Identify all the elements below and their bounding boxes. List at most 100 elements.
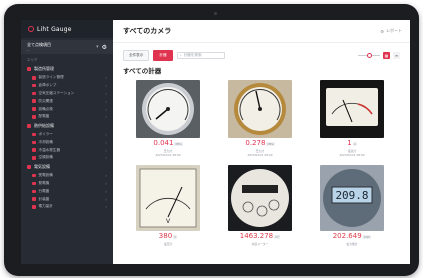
item-icon	[32, 115, 36, 119]
sidebar-item[interactable]: 電力量計 ›	[21, 203, 113, 211]
chevron-right-icon: ›	[105, 180, 107, 186]
digital-meter-image: 209.8	[320, 165, 384, 231]
chevron-right-icon: ›	[105, 106, 107, 112]
sidebar-item[interactable]: 発電機 ›	[21, 180, 113, 188]
item-icon	[32, 132, 36, 137]
sidebar-group-3: 電気設備 受電設備 › 発電機 › 分電盤 › 計装盤 › 電力量計 ›	[21, 162, 113, 211]
gauge-label: 電圧計	[163, 242, 173, 246]
brand[interactable]: Liht Gauge	[21, 20, 113, 38]
gauge-unit: A	[352, 142, 357, 146]
sidebar-group-head[interactable]: 製造所管理	[21, 64, 113, 74]
report-button[interactable]: ⚙ レポート	[380, 28, 402, 34]
gauge-timestamp: 2023/02/21 08:00	[247, 153, 273, 157]
gauge-label: 電力量計	[346, 242, 358, 246]
gauge-photo	[228, 80, 292, 138]
chevron-right-icon: ›	[105, 173, 107, 179]
sidebar-item[interactable]: 受電設備 ›	[21, 172, 113, 180]
gauge-unit: V	[173, 235, 178, 239]
chevron-right-icon: ›	[105, 204, 107, 210]
gauge-value: 0.041	[153, 139, 174, 147]
gauge-value: 202.649	[332, 232, 362, 240]
chevron-right-icon: ›	[105, 83, 107, 89]
chevron-right-icon: ›	[105, 196, 107, 202]
item-icon	[32, 156, 36, 160]
chevron-right-icon: ›	[105, 90, 107, 96]
ammeter-image	[320, 80, 384, 138]
gauge-unit: kWh	[362, 235, 372, 239]
folder-icon	[27, 164, 31, 169]
chevron-right-icon: ›	[105, 114, 107, 120]
tab-gauges[interactable]: 計器	[153, 49, 173, 61]
gauge-card[interactable]: 0.278 MPa 圧力計 2023/02/21 08:00	[219, 80, 301, 157]
chevron-right-icon: ›	[105, 132, 107, 138]
gauge-unit: m³	[274, 235, 281, 239]
gauge-card[interactable]: 1463.278 m³ 水道メーター	[219, 165, 301, 246]
chevron-right-icon: ›	[105, 139, 107, 145]
camera-dot	[214, 12, 217, 15]
item-icon	[32, 107, 36, 111]
gauge-value: 0.278	[245, 139, 266, 147]
gauge-unit: MPa	[266, 142, 275, 146]
gear-icon[interactable]: ⚙	[102, 44, 107, 51]
search-placeholder: 計器を検索	[183, 52, 202, 57]
gauge-timestamp: 2023/02/21 08:00	[339, 153, 365, 157]
sidebar-item[interactable]: 空調設備 ›	[21, 154, 113, 162]
item-icon	[32, 91, 36, 96]
workspace-selector[interactable]: 全て点検項目 --- ▾ ⚙	[21, 40, 113, 54]
workspace-subtitle: ---	[27, 48, 31, 52]
chevron-right-icon: ›	[105, 188, 107, 194]
sidebar-group-head[interactable]: 熱供給設備	[21, 121, 113, 131]
chevron-down-icon[interactable]: ▾	[96, 44, 99, 50]
gauge-card[interactable]: 209.8 202.649 kWh 電力量計	[311, 165, 393, 246]
sidebar-group-head[interactable]: 電気設備	[21, 162, 113, 172]
sidebar: Liht Gauge 全て点検項目 --- ▾ ⚙ エリア 製造所管理 製造ライ…	[21, 20, 113, 264]
sidebar-group-2: 熱供給設備 ボイラー › 冷却設備 › 冷温水発生器 › 空調設備 ›	[21, 121, 113, 162]
pressure-gauge-image	[136, 80, 200, 138]
zoom-knob[interactable]	[367, 52, 372, 58]
sidebar-item[interactable]: 冷温水発生器 ›	[21, 146, 113, 154]
gauge-value: 380	[158, 232, 173, 240]
sidebar-item[interactable]: 冷却設備 ›	[21, 138, 113, 146]
item-icon	[32, 181, 36, 186]
item-icon	[32, 148, 36, 152]
gauge-photo: 209.8	[320, 165, 384, 231]
sidebar-item[interactable]: 設備点検 ›	[21, 105, 113, 113]
sidebar-item[interactable]: 製造ライン管理 ›	[21, 74, 113, 82]
sidebar-item[interactable]: 空気圧縮ステーション ›	[21, 90, 113, 98]
item-icon	[32, 99, 36, 103]
gauge-card[interactable]: 1 A 電流計 2023/02/21 08:00	[311, 80, 393, 157]
sidebar-item[interactable]: 計装盤 ›	[21, 195, 113, 203]
sidebar-item[interactable]: 防災関連 ›	[21, 97, 113, 105]
sidebar-group-1: 製造所管理 製造ライン管理 › 倉庫ポンプ › 空気圧縮ステーション › 防災関連 › …	[21, 64, 113, 121]
gauge-card[interactable]: 0.041 MPa 圧力計 2023/02/21 08:00	[127, 80, 209, 157]
tab-all[interactable]: 全件表示	[123, 49, 150, 61]
item-icon	[32, 197, 36, 201]
grid-view-button[interactable]: ▦	[383, 51, 390, 59]
chevron-right-icon: ›	[105, 147, 107, 153]
gauge-photo	[136, 80, 200, 138]
sidebar-item[interactable]: 倉庫ポンプ ›	[21, 82, 113, 90]
folder-icon	[27, 123, 31, 128]
gauge-value: 1463.278	[239, 232, 274, 240]
sidebar-item[interactable]: 分電盤 ›	[21, 187, 113, 195]
chevron-right-icon: ›	[105, 155, 107, 161]
sidebar-item[interactable]: ボイラー ›	[21, 131, 113, 139]
item-icon	[32, 189, 36, 194]
list-view-button[interactable]: ≡	[393, 51, 400, 59]
page-title: すべてのカメラ	[123, 27, 172, 35]
gauge-timestamp: 2023/02/21 08:00	[155, 153, 181, 157]
search-input[interactable]: ⌕ 計器を検索	[176, 51, 225, 59]
zoom-slider[interactable]	[358, 52, 380, 58]
tablet-frame: Liht Gauge 全て点検項目 --- ▾ ⚙ エリア 製造所管理 製造ライ…	[4, 4, 419, 276]
folder-icon	[27, 67, 31, 71]
section-label: エリア	[27, 58, 38, 62]
toolbar: 全件表示 計器 ⌕ 計器を検索 ▦ ≡	[113, 47, 410, 63]
gauge-photo	[320, 80, 384, 138]
brass-gauge-image	[228, 80, 292, 138]
logo-icon	[28, 26, 34, 32]
sidebar-item[interactable]: 配電盤 ›	[21, 113, 113, 121]
gauge-label: 水道メーター	[251, 242, 269, 246]
gauge-unit: MPa	[174, 142, 183, 146]
gauge-card[interactable]: V 380 V 電圧計	[127, 165, 209, 246]
svg-text:209.8: 209.8	[335, 189, 368, 202]
